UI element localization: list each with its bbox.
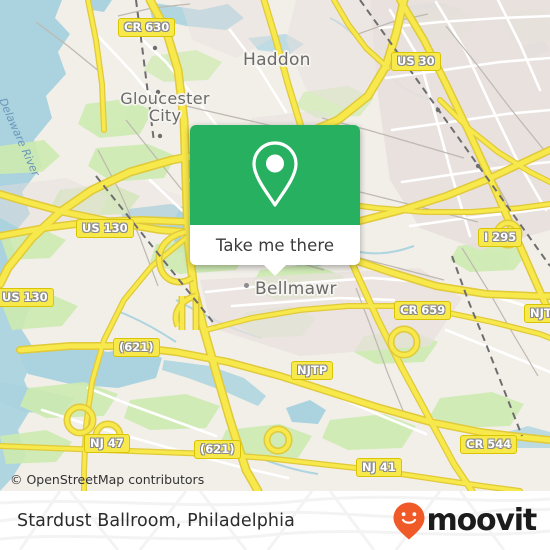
moovit-smiley-pin-icon: [393, 502, 425, 539]
osm-attribution[interactable]: © OpenStreetMap contributors: [10, 472, 204, 487]
shield-621-north: (621): [113, 338, 160, 357]
shield-i-295: I 295: [478, 228, 523, 247]
shield-cr-659: CR 659: [394, 301, 452, 320]
shield-nj-41: NJ 41: [356, 458, 402, 477]
moovit-wordmark: moovit: [426, 502, 538, 538]
shield-njtp-east: NJTP: [524, 304, 550, 323]
footer-bar: Stardust Ballroom, Philadelphia moovit: [0, 491, 550, 550]
shield-us-30: US 30: [391, 52, 441, 71]
callout-icon-panel: [190, 125, 360, 225]
shield-cr-544: CR 544: [460, 435, 518, 454]
moovit-brand[interactable]: moovit: [392, 501, 538, 541]
location-callout-card[interactable]: Take me there: [190, 125, 360, 276]
shield-njtp-south: NJTP: [291, 361, 334, 380]
callout-action-panel[interactable]: Take me there: [190, 225, 360, 276]
shield-nj-47: NJ 47: [84, 434, 130, 453]
page-title: Stardust Ballroom, Philadelphia: [17, 510, 295, 531]
map-pin-icon: [252, 141, 298, 207]
callout-pointer: [264, 265, 286, 276]
shield-us-130-west: US 130: [0, 288, 54, 307]
shield-cr-630: CR 630: [118, 18, 176, 37]
take-me-there-label: Take me there: [215, 235, 335, 255]
shield-us-130-north: US 130: [76, 219, 134, 238]
map-canvas[interactable]: Haddon Gloucester City Bellmawr Delaware …: [0, 0, 550, 491]
moovit-map-screenshot: Haddon Gloucester City Bellmawr Delaware …: [0, 0, 550, 550]
place-dot-bellmawr: [244, 283, 249, 288]
shield-621-south: (621): [194, 440, 241, 459]
